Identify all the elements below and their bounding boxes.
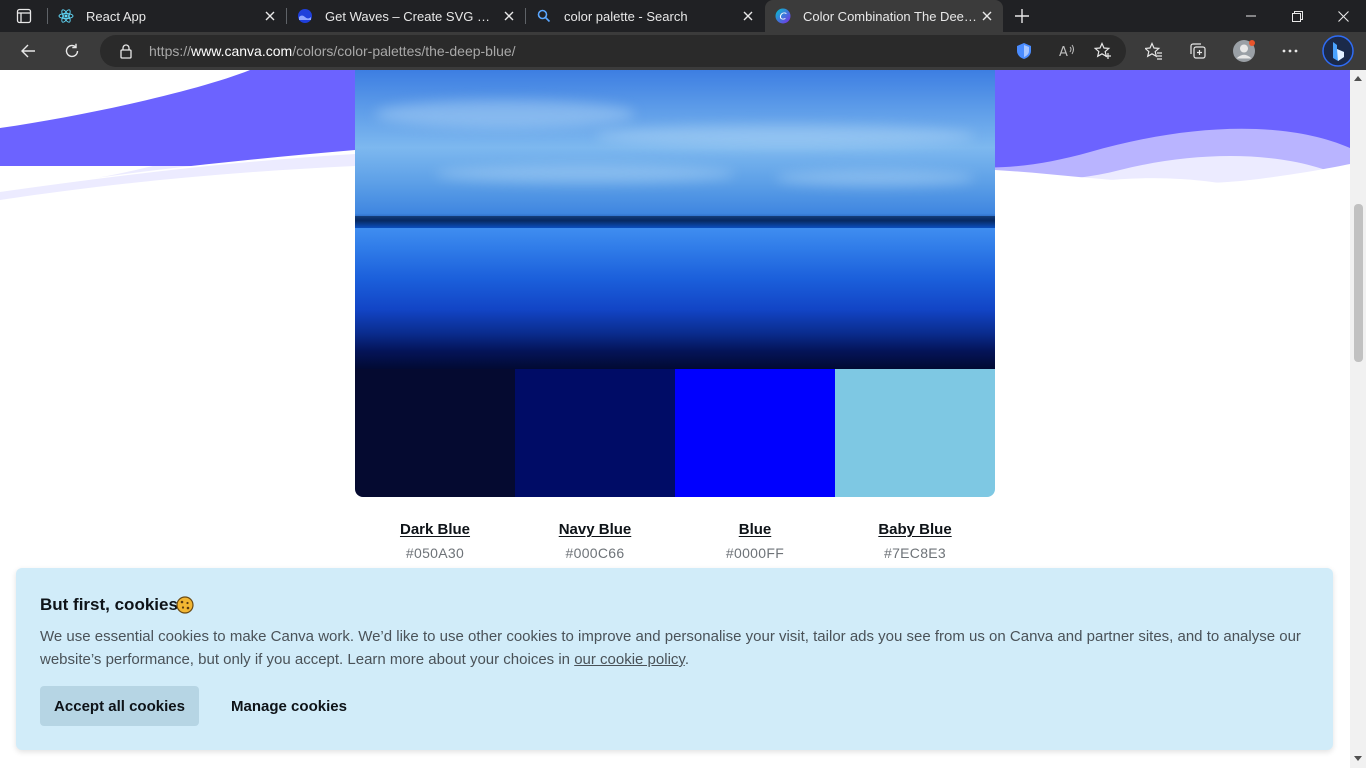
swatch-dark-blue[interactable] bbox=[355, 369, 515, 497]
color-name-link[interactable]: Navy Blue bbox=[559, 521, 632, 538]
read-aloud-icon[interactable]: A bbox=[1055, 39, 1079, 63]
swatch-label-navy-blue: Navy Blue #000C66 bbox=[515, 521, 675, 561]
collections-icon[interactable] bbox=[1184, 37, 1212, 65]
search-icon bbox=[536, 8, 552, 24]
lock-icon[interactable] bbox=[118, 43, 134, 59]
url-host: www.canva.com bbox=[191, 43, 293, 59]
tab-actions-icon[interactable] bbox=[8, 4, 40, 28]
deep-blue-lake-photo bbox=[355, 70, 995, 369]
profile-avatar-icon[interactable] bbox=[1230, 37, 1258, 65]
manage-cookies-button[interactable]: Manage cookies bbox=[219, 686, 359, 726]
color-name-link[interactable]: Baby Blue bbox=[878, 521, 951, 538]
cookie-text-end: . bbox=[684, 651, 689, 668]
scroll-thumb[interactable] bbox=[1354, 204, 1363, 362]
swatch-label-baby-blue: Baby Blue #7EC8E3 bbox=[835, 521, 995, 561]
minimize-icon[interactable] bbox=[1228, 0, 1274, 32]
cookie-icon bbox=[175, 595, 195, 615]
color-hex: #050A30 bbox=[405, 545, 465, 561]
url-text[interactable]: https://www.canva.com/colors/color-palet… bbox=[149, 43, 516, 59]
swatch-blue[interactable] bbox=[675, 369, 835, 497]
horizon-line bbox=[355, 216, 995, 228]
cookie-policy-link[interactable]: our cookie policy bbox=[574, 651, 685, 668]
react-icon bbox=[58, 8, 74, 24]
svg-text:A: A bbox=[1059, 45, 1068, 59]
color-hex: #0000FF bbox=[725, 545, 785, 561]
cookie-banner: But first, cookies We use essential cook… bbox=[16, 568, 1333, 750]
cookie-banner-title: But first, cookies bbox=[40, 595, 178, 614]
close-tab-icon[interactable] bbox=[740, 8, 756, 24]
refresh-icon[interactable] bbox=[58, 37, 86, 65]
cookie-banner-text: We use essential cookies to make Canva w… bbox=[40, 625, 1315, 671]
extension-shield-icon[interactable] bbox=[1012, 39, 1036, 63]
close-tab-icon[interactable] bbox=[979, 8, 995, 24]
accept-all-cookies-button[interactable]: Accept all cookies bbox=[40, 686, 199, 726]
address-bar[interactable]: https://www.canva.com/colors/color-palet… bbox=[100, 35, 1126, 67]
swatch-navy-blue[interactable] bbox=[515, 369, 675, 497]
url-prefix: https:// bbox=[149, 43, 192, 59]
color-name-link[interactable]: Dark Blue bbox=[400, 521, 470, 538]
waves-icon bbox=[297, 8, 313, 24]
color-name-link[interactable]: Blue bbox=[739, 521, 772, 538]
tab-title: color palette - Search bbox=[564, 8, 688, 24]
swatch-label-dark-blue: Dark Blue #050A30 bbox=[355, 521, 515, 561]
tab-color-palette-search[interactable]: color palette - Search bbox=[526, 0, 764, 32]
back-icon[interactable] bbox=[14, 37, 42, 65]
tab-react-app[interactable]: React App bbox=[48, 0, 286, 32]
tab-get-waves[interactable]: Get Waves – Create SVG waves for your ne… bbox=[287, 0, 525, 32]
tab-title: Color Combination The Deep Blue bbox=[803, 8, 977, 24]
bing-copilot-icon[interactable] bbox=[1322, 35, 1354, 67]
color-hex: #000C66 bbox=[565, 545, 625, 561]
swatch-labels: Dark Blue #050A30 Navy Blue #000C66 Blue… bbox=[355, 521, 995, 561]
scroll-down-icon[interactable] bbox=[1354, 754, 1362, 762]
restore-icon[interactable] bbox=[1274, 0, 1320, 32]
close-tab-icon[interactable] bbox=[501, 8, 517, 24]
tab-title: Get Waves – Create SVG waves for your ne… bbox=[325, 8, 499, 24]
color-hex: #7EC8E3 bbox=[883, 545, 947, 561]
tab-color-combination[interactable]: C Color Combination The Deep Blue bbox=[765, 0, 1003, 32]
canva-icon: C bbox=[775, 8, 791, 24]
page-scrollbar[interactable] bbox=[1350, 70, 1366, 768]
more-options-icon[interactable] bbox=[1276, 37, 1304, 65]
favorites-icon[interactable] bbox=[1140, 37, 1168, 65]
scroll-up-icon[interactable] bbox=[1354, 74, 1362, 82]
tab-title: React App bbox=[86, 8, 146, 24]
add-favorite-icon[interactable] bbox=[1091, 39, 1115, 63]
palette-swatches bbox=[355, 369, 995, 497]
swatch-baby-blue[interactable] bbox=[835, 369, 995, 497]
url-path: /colors/color-palettes/the-deep-blue/ bbox=[292, 43, 516, 59]
browser-toolbar: https://www.canva.com/colors/color-palet… bbox=[0, 32, 1366, 91]
tab-bar: React App Get Waves – Create SVG waves f… bbox=[0, 0, 1366, 32]
svg-text:C: C bbox=[780, 12, 787, 23]
close-window-icon[interactable] bbox=[1320, 0, 1366, 32]
close-tab-icon[interactable] bbox=[262, 8, 278, 24]
swatch-label-blue: Blue #0000FF bbox=[675, 521, 835, 561]
new-tab-icon[interactable] bbox=[1010, 4, 1034, 28]
